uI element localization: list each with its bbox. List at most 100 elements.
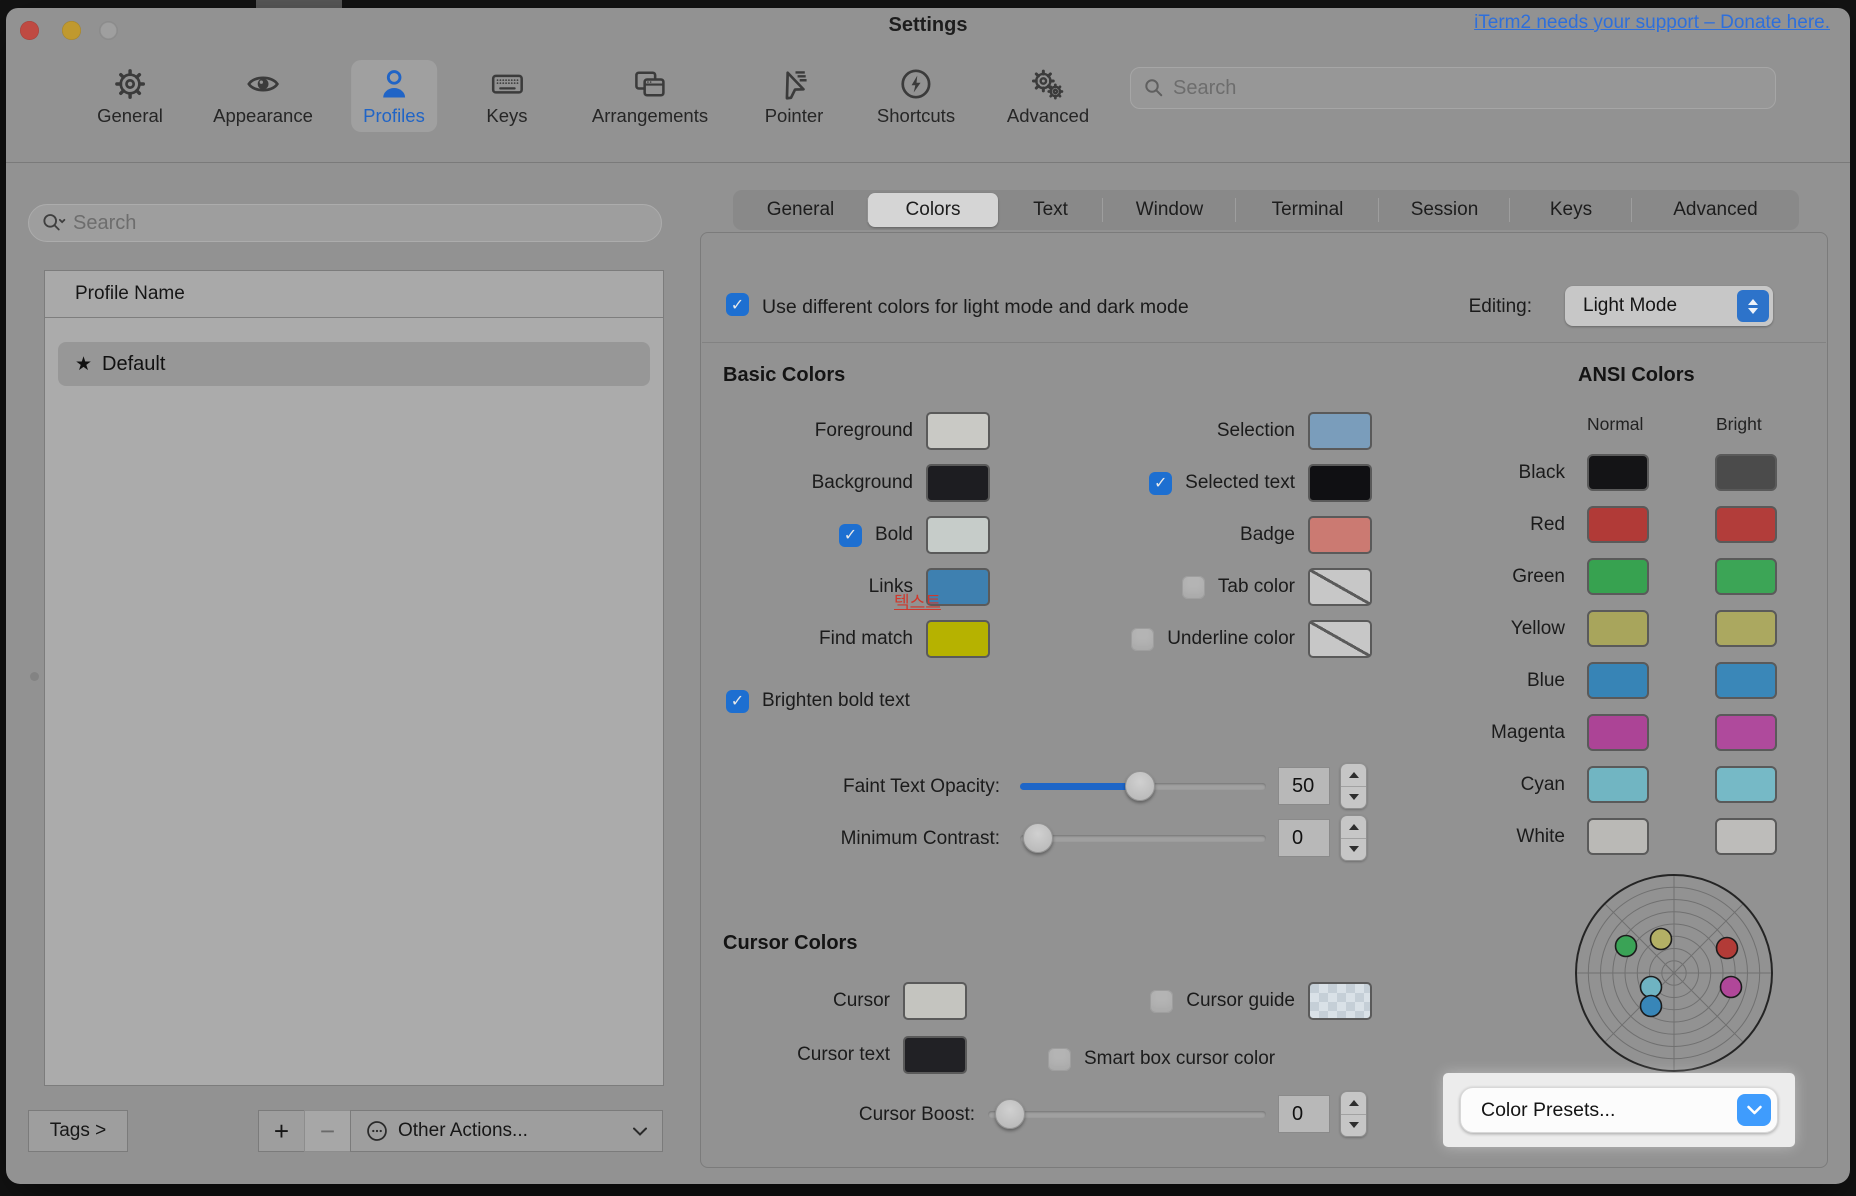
star-icon: ★: [75, 353, 92, 376]
color-well-find-match[interactable]: [926, 620, 990, 658]
color-well-white-normal[interactable]: [1587, 818, 1649, 855]
color-well-cursor-text[interactable]: [903, 1036, 967, 1074]
donate-link[interactable]: iTerm2 needs your support – Donate here.: [1474, 12, 1830, 34]
color-well-red-normal[interactable]: [1587, 506, 1649, 543]
color-well-magenta-normal[interactable]: [1587, 714, 1649, 751]
tab-session[interactable]: Session: [1379, 190, 1510, 230]
close-button[interactable]: [20, 21, 39, 40]
toolbar-item-profiles[interactable]: Profiles: [351, 60, 437, 132]
tab-keys[interactable]: Keys: [1510, 190, 1632, 230]
profile-list-header[interactable]: Profile Name: [45, 271, 663, 318]
tab-advanced[interactable]: Advanced: [1632, 190, 1799, 230]
color-well-cursor[interactable]: [903, 982, 967, 1020]
find-match-row: Find match: [819, 620, 990, 658]
tab-color-checkbox[interactable]: [1182, 576, 1205, 599]
tab-text[interactable]: Text: [998, 190, 1103, 230]
color-well-cyan-bright[interactable]: [1715, 766, 1777, 803]
other-actions-button[interactable]: Other Actions...: [350, 1110, 663, 1152]
cursor-guide-checkbox[interactable]: [1150, 990, 1173, 1013]
color-well-cyan-normal[interactable]: [1587, 766, 1649, 803]
faint-opacity-value[interactable]: 50: [1278, 767, 1330, 805]
toolbar-item-advanced[interactable]: Advanced: [995, 60, 1101, 132]
color-well-blue-normal[interactable]: [1587, 662, 1649, 699]
chevron-down-icon[interactable]: [1737, 1094, 1771, 1126]
color-presets-dropdown[interactable]: Color Presets...: [1460, 1087, 1778, 1133]
toolbar-divider: [6, 162, 1850, 163]
color-well-underline-color[interactable]: [1308, 620, 1372, 658]
toolbar-item-appearance[interactable]: Appearance: [201, 60, 325, 132]
color-well-cursor-guide[interactable]: [1308, 982, 1372, 1020]
color-wheel-dot[interactable]: [1641, 977, 1662, 998]
color-well-foreground[interactable]: [926, 412, 990, 450]
tab-colors[interactable]: Colors: [868, 193, 998, 227]
color-well-blue-bright[interactable]: [1715, 662, 1777, 699]
cursor-boost-slider[interactable]: [988, 1111, 1266, 1118]
toolbar-item-label: Pointer: [765, 105, 824, 127]
gear-icon: [112, 66, 148, 102]
profile-search-field[interactable]: [28, 204, 662, 242]
remove-profile-button[interactable]: −: [304, 1110, 351, 1152]
color-well-selected-text[interactable]: [1308, 464, 1372, 502]
cursor-boost-stepper[interactable]: [1340, 1091, 1367, 1137]
faint-opacity-slider-thumb[interactable]: [1125, 771, 1155, 801]
tab-window[interactable]: Window: [1103, 190, 1236, 230]
use-different-colors-checkbox[interactable]: [726, 293, 749, 316]
color-wheel-dot[interactable]: [1721, 977, 1742, 998]
search-icon: [1143, 77, 1165, 99]
underline-color-checkbox[interactable]: [1131, 628, 1154, 651]
toolbar-item-shortcuts[interactable]: Shortcuts: [865, 60, 967, 132]
min-contrast-slider[interactable]: [1020, 835, 1266, 842]
color-wheel[interactable]: [1574, 873, 1774, 1073]
color-wheel-dot[interactable]: [1616, 936, 1637, 957]
color-wheel-dot[interactable]: [1641, 996, 1662, 1017]
tab-terminal[interactable]: Terminal: [1236, 190, 1379, 230]
color-wheel-dot[interactable]: [1717, 938, 1738, 959]
color-well-white-bright[interactable]: [1715, 818, 1777, 855]
color-well-background[interactable]: [926, 464, 990, 502]
toolbar-item-pointer[interactable]: Pointer: [753, 60, 836, 132]
profile-search-input[interactable]: [73, 212, 649, 235]
editing-mode-popup[interactable]: Light Mode: [1565, 286, 1773, 326]
brighten-bold-checkbox[interactable]: [726, 690, 749, 713]
up-down-chevrons-icon: [1737, 290, 1769, 322]
color-well-red-bright[interactable]: [1715, 506, 1777, 543]
minimize-button[interactable]: [62, 21, 81, 40]
faint-opacity-stepper[interactable]: [1340, 763, 1367, 809]
min-contrast-stepper[interactable]: [1340, 815, 1367, 861]
color-well-green-normal[interactable]: [1587, 558, 1649, 595]
min-contrast-slider-thumb[interactable]: [1023, 823, 1053, 853]
color-well-selection[interactable]: [1308, 412, 1372, 450]
color-well-bold[interactable]: [926, 516, 990, 554]
color-well-yellow-normal[interactable]: [1587, 610, 1649, 647]
bold-checkbox[interactable]: [839, 524, 862, 547]
color-well-magenta-bright[interactable]: [1715, 714, 1777, 751]
cursor-boost-slider-thumb[interactable]: [995, 1099, 1025, 1129]
color-well-badge[interactable]: [1308, 516, 1372, 554]
add-profile-button[interactable]: +: [258, 1110, 305, 1152]
tab-general[interactable]: General: [733, 190, 868, 230]
ansi-row-cyan: Cyan: [1521, 766, 1777, 803]
toolbar-item-label: Arrangements: [592, 105, 708, 127]
color-well-black-bright[interactable]: [1715, 454, 1777, 491]
color-wheel-dot[interactable]: [1651, 929, 1672, 950]
color-well-tab-color[interactable]: [1308, 568, 1372, 606]
cursor-boost-value[interactable]: 0: [1278, 1095, 1330, 1133]
toolbar-item-arrangements[interactable]: Arrangements: [580, 60, 720, 132]
toolbar-search-field[interactable]: [1130, 67, 1776, 109]
ansi-row-red: Red: [1530, 506, 1777, 543]
selected-text-checkbox[interactable]: [1149, 472, 1172, 495]
tags-button[interactable]: Tags >: [28, 1110, 128, 1152]
search-input[interactable]: [1173, 77, 1763, 100]
color-well-black-normal[interactable]: [1587, 454, 1649, 491]
color-well-yellow-bright[interactable]: [1715, 610, 1777, 647]
toolbar-item-keys[interactable]: Keys: [474, 60, 539, 132]
toolbar-item-general[interactable]: General: [85, 60, 175, 132]
ansi-colors-heading: ANSI Colors: [1578, 364, 1695, 387]
profile-row-default[interactable]: ★ Default: [58, 342, 650, 386]
min-contrast-value[interactable]: 0: [1278, 819, 1330, 857]
zoom-button[interactable]: [99, 21, 118, 40]
color-well-green-bright[interactable]: [1715, 558, 1777, 595]
chevron-down-icon: [632, 1126, 648, 1137]
smart-box-checkbox[interactable]: [1048, 1048, 1071, 1071]
gears-icon: [1028, 66, 1068, 102]
